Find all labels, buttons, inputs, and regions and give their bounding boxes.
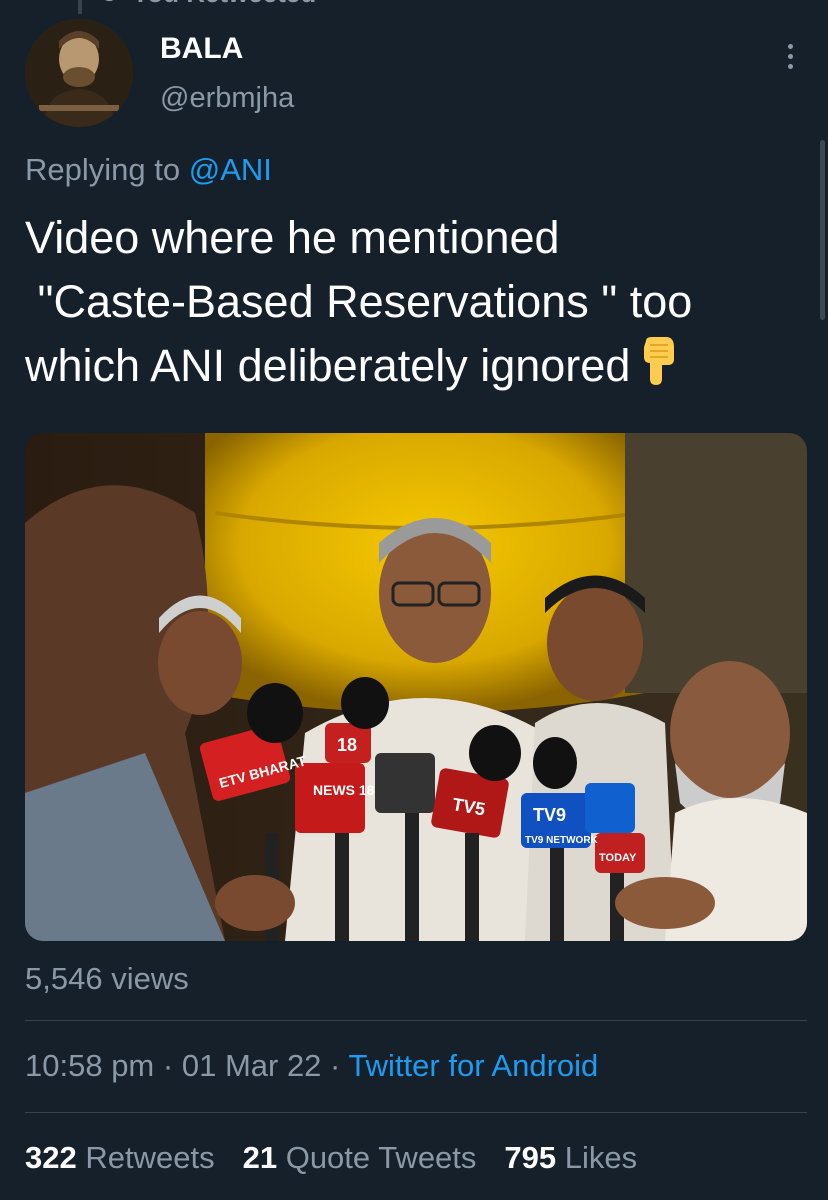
video-thumbnail[interactable]: ETV BHARAT NEWS 18 18 TV5 TV9 TV9 NETWOR…: [25, 433, 807, 941]
tweet-date[interactable]: 01 Mar 22: [182, 1048, 322, 1083]
author-handle[interactable]: @erbmjha: [160, 82, 294, 115]
avatar[interactable]: [25, 19, 133, 127]
scrollbar[interactable]: [820, 140, 825, 320]
mic-label: TODAY: [599, 852, 637, 864]
tweet-line: "Caste-Based Reservations " too: [25, 276, 693, 327]
meta-separator: ·: [162, 1048, 174, 1083]
tweet-stats: 322 Retweets 21 Quote Tweets 795 Likes: [25, 1140, 665, 1176]
retweets-stat[interactable]: 322 Retweets: [25, 1140, 215, 1176]
replying-to: Replying to @ANI: [25, 152, 272, 188]
tweet-line-last: which ANI deliberately ignored: [25, 334, 815, 402]
mic-label: 18: [337, 735, 357, 755]
meta-separator: ·: [330, 1048, 341, 1083]
divider: [25, 1020, 807, 1021]
tweet-metadata: 10:58 pm · 01 Mar 22 · Twitter for Andro…: [25, 1048, 598, 1084]
likes-stat[interactable]: 795 Likes: [504, 1140, 637, 1176]
likes-count: 795: [504, 1140, 557, 1175]
backhand-index-pointing-down-icon: [638, 336, 678, 402]
mic-label: TV9 NETWORK: [525, 835, 599, 846]
mic-label: TV9: [533, 805, 566, 825]
author-display-name[interactable]: BALA: [160, 32, 243, 66]
more-options-button[interactable]: [772, 36, 808, 76]
tweet-source-link[interactable]: Twitter for Android: [348, 1048, 598, 1083]
thread-line: [78, 0, 82, 14]
replying-to-label: Replying to: [25, 152, 181, 187]
retweets-count: 322: [25, 1140, 77, 1175]
retweet-icon: ⟲: [96, 0, 118, 9]
divider: [25, 1112, 807, 1113]
more-dot-icon: [787, 53, 793, 59]
mic-label: NEWS 18: [313, 782, 375, 798]
tweet-time[interactable]: 10:58 pm: [25, 1048, 154, 1083]
reply-mention-link[interactable]: @ANI: [189, 152, 272, 187]
retweet-context: ⟲ You Retweeted: [96, 0, 316, 8]
tweet-text: Video where he mentioned "Caste-Based Re…: [25, 206, 815, 402]
view-count: 5,546 views: [25, 961, 189, 996]
likes-label: Likes: [564, 1140, 638, 1175]
retweets-label: Retweets: [85, 1140, 215, 1175]
tweet-line: Video where he mentioned: [25, 212, 560, 263]
quote-tweets-stat[interactable]: 21 Quote Tweets: [243, 1140, 477, 1176]
quote-tweets-label: Quote Tweets: [285, 1140, 477, 1175]
more-dot-icon: [787, 63, 793, 69]
quote-tweets-count: 21: [242, 1140, 278, 1175]
tweet-line: which ANI deliberately ignored: [25, 340, 631, 391]
more-dot-icon: [787, 43, 793, 49]
retweet-context-label: You Retweeted: [132, 0, 316, 9]
